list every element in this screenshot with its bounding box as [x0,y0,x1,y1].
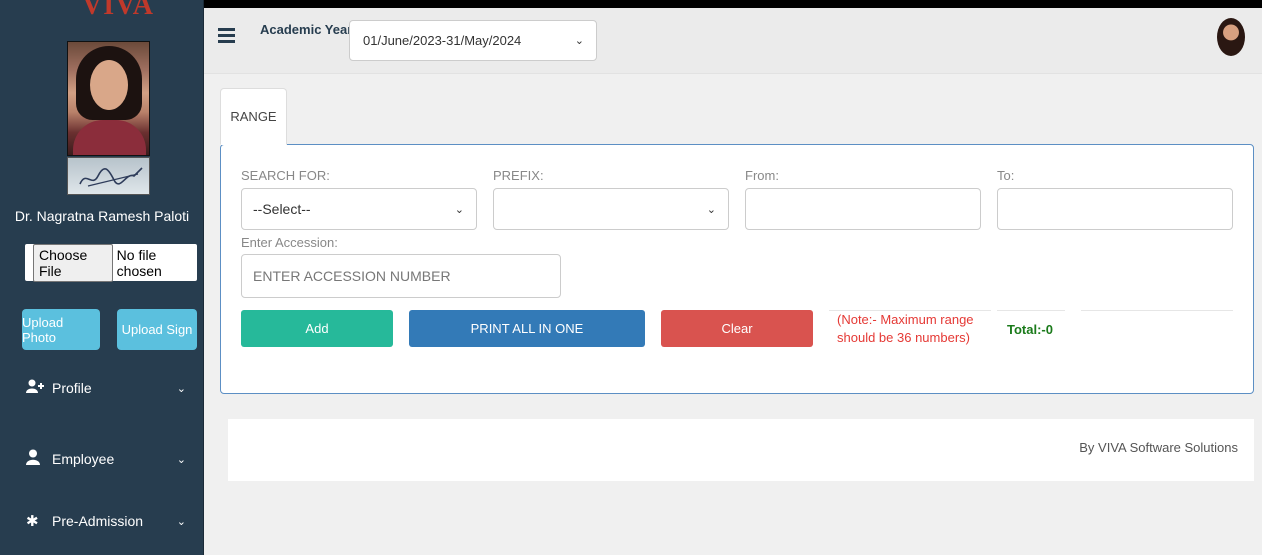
sidebar-item-employee[interactable]: Employee ⌄ [26,448,190,470]
footer-credit: By VIVA Software Solutions [1079,440,1238,455]
footer: By VIVA Software Solutions [228,419,1254,481]
accession-input[interactable]: ENTER ACCESSION NUMBER [241,254,561,298]
sidebar-item-label: Pre-Admission [52,513,144,529]
chevron-down-icon: ⌄ [176,382,186,395]
choose-file-button[interactable]: Choose File [33,243,113,282]
top-strip [204,0,1262,8]
chevron-down-icon: ⌄ [176,515,186,528]
add-button[interactable]: Add [241,310,393,347]
sidebar-item-profile[interactable]: Profile ⌄ [26,377,190,399]
file-input[interactable]: Choose File No file chosen [25,243,197,282]
main-content: Academic Year 01/June/2023-31/May/2024 ⌄… [204,0,1262,555]
search-for-label: SEARCH FOR: [241,168,330,183]
sidebar-item-label: Employee [52,451,115,467]
menu-toggle-icon[interactable] [218,28,235,44]
academic-year-select[interactable]: 01/June/2023-31/May/2024 ⌄ [349,20,597,61]
clear-button[interactable]: Clear [661,310,813,347]
signature-image [67,157,150,195]
search-for-select[interactable]: --Select-- ⌄ [241,188,477,230]
logo: VIVA [82,0,154,21]
chevron-down-icon: ⌄ [176,453,186,466]
sidebar: VIVA Dr. Nagratna Ramesh Paloti Choose F… [0,0,204,555]
chevron-down-icon: ⌄ [706,203,716,216]
prefix-label: PREFIX: [493,168,544,183]
asterisk-icon: ✱ [26,513,39,530]
chevron-down-icon: ⌄ [574,35,584,47]
file-status: No file chosen [116,246,162,279]
prefix-select[interactable]: ⌄ [493,188,729,230]
accession-label: Enter Accession: [241,235,338,250]
sidebar-item-label: Profile [52,380,92,396]
sidebar-item-pre-admission[interactable]: ✱ Pre-Admission ⌄ [26,510,190,532]
user-name: Dr. Nagratna Ramesh Paloti [14,208,190,224]
academic-year-label: Academic Year [260,22,353,37]
profile-photo [67,41,150,156]
upload-sign-button[interactable]: Upload Sign [117,309,197,350]
from-label: From: [745,168,779,183]
range-panel: SEARCH FOR: --Select-- ⌄ PREFIX: ⌄ From:… [220,144,1254,394]
tab-range[interactable]: RANGE [220,88,287,145]
total-count: Total:-0 [1007,322,1053,337]
chevron-down-icon: ⌄ [454,203,464,216]
to-label: To: [997,168,1015,183]
to-input[interactable] [997,188,1233,230]
print-all-button[interactable]: PRINT ALL IN ONE [409,310,645,347]
upload-photo-button[interactable]: Upload Photo [22,309,100,350]
user-plus-icon [26,379,46,397]
user-icon [26,449,46,469]
avatar[interactable] [1217,18,1245,56]
range-note: (Note:- Maximum range should be 36 numbe… [837,312,974,345]
top-bar: Academic Year 01/June/2023-31/May/2024 ⌄ [204,8,1262,74]
from-input[interactable] [745,188,981,230]
